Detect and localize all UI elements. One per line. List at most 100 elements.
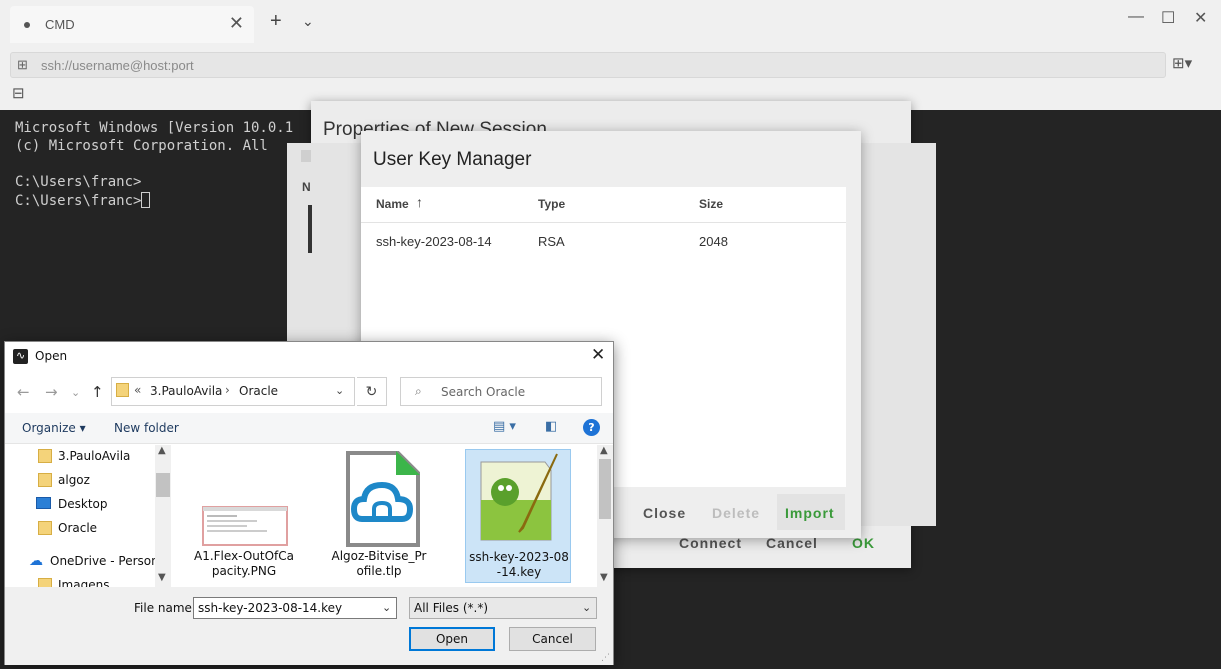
key-size-cell: 2048 (699, 234, 728, 249)
connection-placeholder: ssh://username@host:port (41, 58, 194, 73)
open-button[interactable]: Open (409, 627, 495, 651)
file-item[interactable]: Algoz-Bitvise_Profile.tlp (326, 449, 432, 583)
folder-icon (38, 578, 52, 587)
preview-pane-icon[interactable]: ◧ (545, 419, 557, 434)
scroll-up-icon[interactable]: ▲ (158, 445, 166, 456)
folder-icon (116, 383, 129, 397)
minimize-icon[interactable]: — (1128, 8, 1144, 26)
cancel-button[interactable]: Cancel (509, 627, 596, 651)
file-list-scrollbar[interactable]: ▲ ▼ (597, 445, 613, 587)
breadcrumb-separator-icon[interactable]: › (225, 383, 230, 397)
search-icon: ⌕ (415, 384, 422, 398)
file-item[interactable]: A1.Flex-OutOfCapacity.PNG (191, 449, 297, 583)
refresh-icon[interactable]: ↻ (357, 377, 387, 406)
tab-cmd[interactable]: CMD ✕ (10, 6, 254, 43)
nav-item-label: algoz (58, 473, 90, 487)
column-header-name[interactable]: Name (376, 197, 409, 211)
close-button[interactable]: Close (643, 505, 686, 521)
breadcrumb-item[interactable]: 3.PauloAvila (150, 384, 222, 398)
chevron-down-icon[interactable]: ⌄ (335, 384, 344, 397)
breadcrumb[interactable]: « 3.PauloAvila › Oracle ⌄ (111, 377, 355, 406)
user-key-manager-title: User Key Manager (373, 149, 532, 170)
app-icon: ∿ (13, 349, 28, 364)
column-header-size[interactable]: Size (699, 197, 723, 211)
back-arrow-icon[interactable]: ← (17, 383, 30, 401)
session-tree-icon[interactable]: ⊟ (12, 84, 25, 102)
open-dialog-footer: File name: ssh-key-2023-08-14.key ⌄ All … (5, 587, 613, 665)
forward-arrow-icon[interactable]: → (45, 383, 58, 401)
intermediate-dialog-label: N (302, 180, 311, 194)
scroll-down-icon[interactable]: ▼ (600, 572, 608, 583)
search-placeholder: Search Oracle (441, 385, 526, 399)
breadcrumb-item[interactable]: Oracle (239, 384, 278, 398)
import-button[interactable]: Import (777, 494, 845, 530)
nav-item-label: Oracle (58, 521, 98, 535)
scrollbar-thumb[interactable] (599, 459, 611, 519)
tab-status-dot-icon (24, 22, 30, 28)
search-input[interactable]: ⌕ Search Oracle (400, 377, 602, 406)
nav-item-desktop[interactable]: Desktop (5, 493, 155, 515)
folder-icon (38, 449, 52, 463)
tab-menu-chevron-icon[interactable]: ⌄ (302, 13, 314, 30)
close-icon[interactable]: ✕ (591, 345, 605, 365)
file-type-filter[interactable]: All Files (*.*) ⌄ (409, 597, 597, 619)
connection-input[interactable]: ⊞ ssh://username@host:port (10, 52, 1166, 78)
intermediate-dialog-selection-bar (308, 205, 312, 253)
nav-item-onedrive[interactable]: ☁ OneDrive - Personal (5, 550, 169, 572)
nav-item-3paulo-avila[interactable]: 3.PauloAvila (5, 445, 155, 467)
delete-button[interactable]: Delete (712, 505, 760, 521)
resize-grip-icon[interactable]: ⋰ (601, 653, 610, 663)
folder-icon (38, 473, 52, 487)
terminal-prompt-text: C:\Users\franc> (15, 193, 142, 209)
organize-menu[interactable]: Organize ▾ (22, 421, 86, 435)
desktop-icon (36, 497, 51, 509)
terminal-line: (c) Microsoft Corporation. All (15, 138, 268, 154)
sort-ascending-icon[interactable]: ↑ (416, 194, 423, 210)
navigation-pane-scrollbar[interactable]: ▲ ▼ (155, 445, 171, 587)
import-button-label: Import (785, 505, 835, 521)
nav-item-oracle[interactable]: Oracle (5, 517, 155, 539)
onedrive-icon: ☁ (29, 553, 43, 569)
network-icon: ⊞ (17, 57, 28, 72)
tab-close-icon[interactable]: ✕ (229, 13, 244, 34)
open-dialog-navbar: ← → ⌄ ↑ « 3.PauloAvila › Oracle ⌄ ↻ ⌕ Se… (5, 372, 613, 412)
folder-icon (38, 521, 52, 535)
nav-item-algoz[interactable]: algoz (5, 469, 155, 491)
new-folder-button[interactable]: New folder (114, 421, 179, 435)
help-icon[interactable]: ? (583, 419, 600, 436)
scrollbar-thumb[interactable] (156, 473, 170, 497)
file-name: Algoz-Bitvise_Profile.tlp (331, 549, 427, 578)
file-name-label: File name: (134, 601, 196, 615)
navigation-pane: 3.PauloAvila algoz Desktop Oracle ☁ OneD… (5, 445, 171, 587)
up-arrow-icon[interactable]: ↑ (91, 383, 104, 401)
png-thumbnail-icon (202, 506, 288, 546)
column-header-type[interactable]: Type (538, 197, 565, 211)
file-name-input[interactable]: ssh-key-2023-08-14.key ⌄ (193, 597, 397, 619)
chevron-down-icon[interactable]: ⌄ (582, 601, 591, 614)
layout-options-icon[interactable]: ⊞▾ (1172, 54, 1192, 72)
open-dialog-title: Open (35, 349, 68, 363)
terminal-cursor (141, 192, 151, 208)
file-name-value: ssh-key-2023-08-14.key (198, 601, 343, 615)
bitvise-profile-icon (346, 451, 420, 547)
maximize-icon[interactable]: ☐ (1161, 8, 1175, 28)
terminal-line: C:\Users\franc> (15, 174, 142, 190)
file-item-selected[interactable]: ssh-key-2023-08-14.key (465, 449, 571, 583)
terminal-line: Microsoft Windows [Version 10.0.1 (15, 120, 294, 136)
terminal-prompt: C:\Users\franc> (15, 192, 151, 209)
chevron-down-icon[interactable]: ⌄ (382, 601, 391, 614)
intermediate-dialog-tab (301, 150, 311, 162)
breadcrumb-overflow-icon[interactable]: « (134, 383, 141, 397)
scroll-up-icon[interactable]: ▲ (600, 445, 608, 456)
change-view-icon[interactable]: ▤ ▾ (493, 419, 516, 434)
new-tab-icon[interactable]: + (270, 10, 282, 33)
open-dialog-titlebar: ∿ Open ✕ (5, 342, 613, 372)
recent-locations-chevron-icon[interactable]: ⌄ (71, 386, 80, 399)
nav-item-label: Imagens (58, 578, 110, 587)
window-close-icon[interactable]: ✕ (1194, 8, 1207, 28)
key-table-header: Name ↑ Type Size (361, 187, 846, 223)
nav-item-imagens[interactable]: Imagens (5, 574, 155, 587)
open-file-dialog: ∿ Open ✕ ← → ⌄ ↑ « 3.PauloAvila › Oracle… (4, 341, 614, 665)
tab-title: CMD (45, 17, 75, 32)
scroll-down-icon[interactable]: ▼ (158, 572, 166, 583)
